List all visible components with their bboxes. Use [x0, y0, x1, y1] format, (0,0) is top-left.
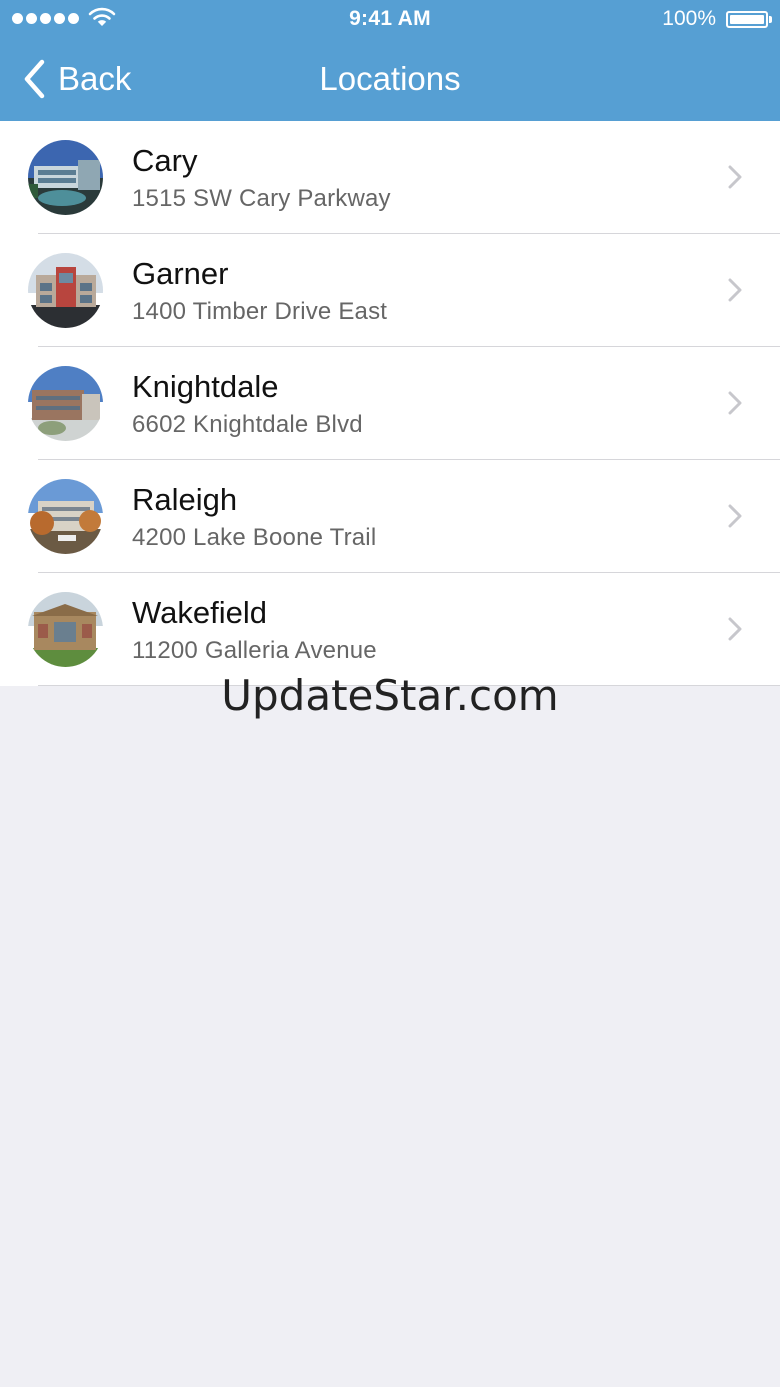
location-address: 1400 Timber Drive East [132, 298, 388, 325]
locations-list: Cary 1515 SW Cary Parkway Garner 1400 Ti… [0, 121, 780, 686]
chevron-right-icon [728, 165, 742, 189]
location-photo [28, 592, 103, 667]
watermark: UpdateStar.com [221, 671, 559, 720]
battery-percentage: 100% [662, 7, 716, 30]
location-name: Raleigh [132, 482, 238, 517]
chevron-right-icon [728, 617, 742, 641]
location-address: 1515 SW Cary Parkway [132, 185, 391, 212]
battery-tip [769, 16, 772, 23]
location-address: 4200 Lake Boone Trail [132, 524, 377, 551]
status-bar: 9:41 AM 100% [0, 0, 780, 40]
location-row-raleigh[interactable]: Raleigh 4200 Lake Boone Trail [0, 460, 780, 573]
location-name: Garner [132, 256, 229, 291]
location-row-cary[interactable]: Cary 1515 SW Cary Parkway [0, 121, 780, 234]
location-photo [28, 479, 103, 554]
battery-icon [726, 11, 768, 28]
chevron-right-icon [728, 391, 742, 415]
location-name: Wakefield [132, 595, 267, 630]
location-address: 11200 Galleria Avenue [132, 637, 377, 664]
location-photo [28, 253, 103, 328]
page-title: Locations [319, 60, 461, 97]
chevron-right-icon [728, 278, 742, 302]
location-name: Cary [132, 143, 198, 178]
location-row-knightdale[interactable]: Knightdale 6602 Knightdale Blvd [0, 347, 780, 460]
navigation-header: 9:41 AM 100% Back Locations [0, 0, 780, 121]
location-photo [28, 140, 103, 215]
location-photo [28, 366, 103, 441]
location-address: 6602 Knightdale Blvd [132, 411, 363, 438]
location-row-garner[interactable]: Garner 1400 Timber Drive East [0, 234, 780, 347]
location-row-wakefield[interactable]: Wakefield 11200 Galleria Avenue [0, 573, 780, 686]
chevron-right-icon [728, 504, 742, 528]
location-name: Knightdale [132, 369, 279, 404]
